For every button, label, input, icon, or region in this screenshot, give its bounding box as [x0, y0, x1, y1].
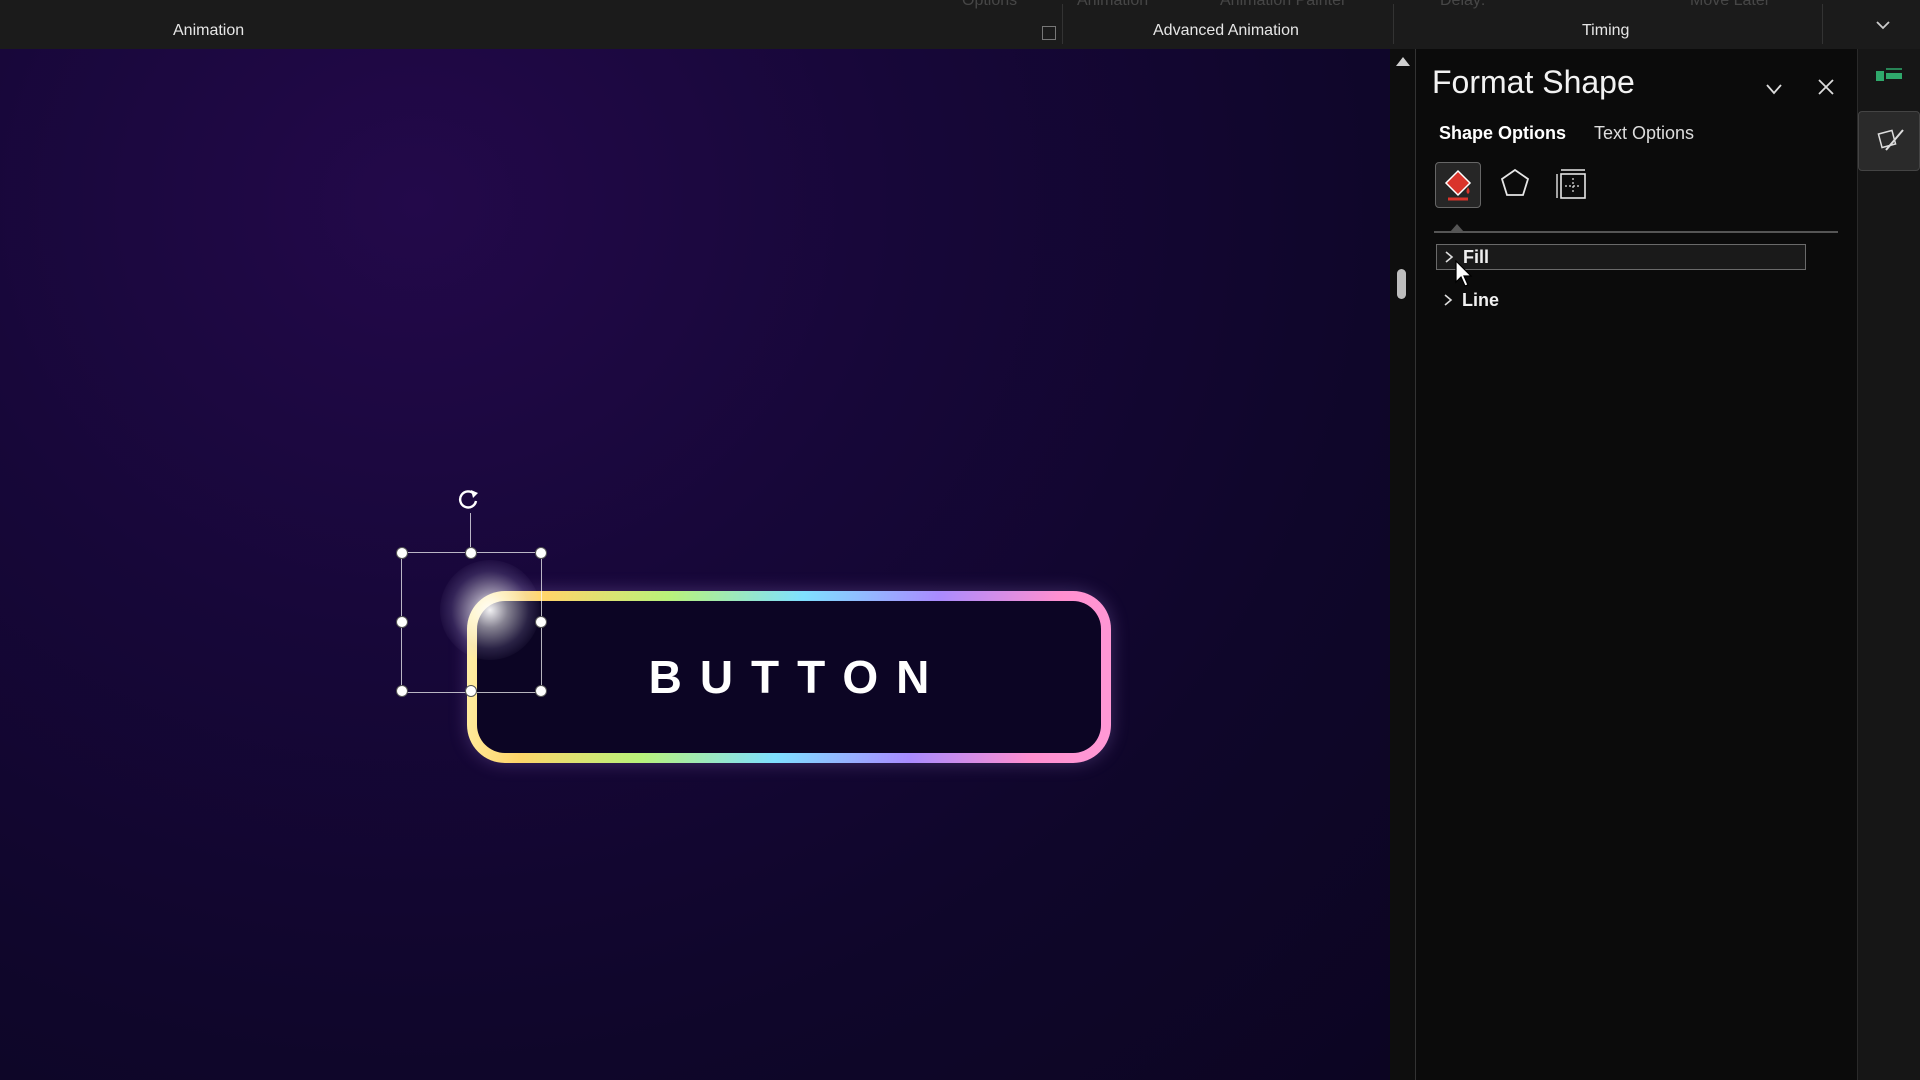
size-properties-icon	[1556, 169, 1586, 199]
resize-handle[interactable]	[535, 685, 547, 697]
tab-shape-options[interactable]: Shape Options	[1439, 123, 1566, 144]
tab-text-options[interactable]: Text Options	[1594, 123, 1694, 144]
size-properties-button[interactable]	[1550, 162, 1596, 208]
pane-options-chevron-icon[interactable]	[1764, 79, 1784, 99]
format-pane-toggle[interactable]	[1858, 111, 1920, 171]
scroll-up-icon[interactable]	[1396, 57, 1410, 66]
close-icon[interactable]	[1816, 77, 1836, 97]
fill-line-icon	[1444, 169, 1472, 201]
slide-canvas[interactable]	[0, 49, 1390, 1080]
button-fill: BUTTON	[477, 601, 1101, 753]
effects-icon	[1500, 168, 1530, 196]
fill-line-button[interactable]	[1435, 162, 1481, 208]
ribbon: Options Animation Animation Painter Dela…	[0, 0, 1920, 50]
resize-handle[interactable]	[465, 547, 477, 559]
right-rail	[1857, 49, 1920, 1080]
resize-handle[interactable]	[396, 547, 408, 559]
mouse-cursor-icon	[1455, 260, 1473, 287]
add-animation-button[interactable]: Animation	[1077, 0, 1148, 10]
resize-handle[interactable]	[465, 685, 477, 697]
chevron-right-icon	[1444, 294, 1453, 306]
group-label-timing: Timing	[1582, 22, 1630, 39]
format-shape-pane: Format Shape Shape Options Text Options	[1416, 49, 1857, 1080]
resize-handle[interactable]	[396, 616, 408, 628]
delay-label: Delay:	[1440, 0, 1486, 9]
move-later-button[interactable]: Move Later	[1690, 0, 1770, 10]
effects-button[interactable]	[1493, 162, 1539, 208]
resize-handle[interactable]	[535, 547, 547, 559]
group-separator	[1393, 4, 1394, 44]
section-line-label: Line	[1462, 289, 1500, 310]
section-fill[interactable]: Fill	[1436, 244, 1806, 270]
resize-handle[interactable]	[535, 616, 547, 628]
resize-handle[interactable]	[396, 685, 408, 697]
group-label-advanced-animation: Advanced Animation	[1153, 22, 1299, 39]
group-label-animation: Animation	[173, 22, 245, 39]
effect-options-button[interactable]: Options	[962, 0, 1017, 10]
tab-divider	[1434, 231, 1838, 233]
gradient-button-shape[interactable]: BUTTON	[467, 591, 1111, 763]
selection-box[interactable]	[401, 552, 542, 693]
button-text: BUTTON	[648, 651, 948, 703]
group-separator	[1822, 4, 1823, 44]
section-line[interactable]: Line	[1436, 287, 1806, 313]
chevron-right-icon	[1445, 251, 1454, 263]
collapse-ribbon-icon[interactable]	[1874, 16, 1892, 34]
animation-painter-button[interactable]: Animation Painter	[1220, 0, 1346, 10]
vertical-scrollbar[interactable]	[1390, 49, 1415, 1080]
scroll-thumb[interactable]	[1397, 269, 1406, 299]
rotate-handle-icon[interactable]	[454, 485, 482, 513]
dialog-launcher-icon[interactable]	[1042, 26, 1056, 40]
pane-title: Format Shape	[1432, 64, 1635, 100]
active-indicator	[1450, 224, 1464, 232]
format-shape-pen-icon	[1877, 129, 1904, 151]
animation-pane-icon[interactable]	[1874, 65, 1906, 87]
group-separator	[1062, 4, 1063, 44]
